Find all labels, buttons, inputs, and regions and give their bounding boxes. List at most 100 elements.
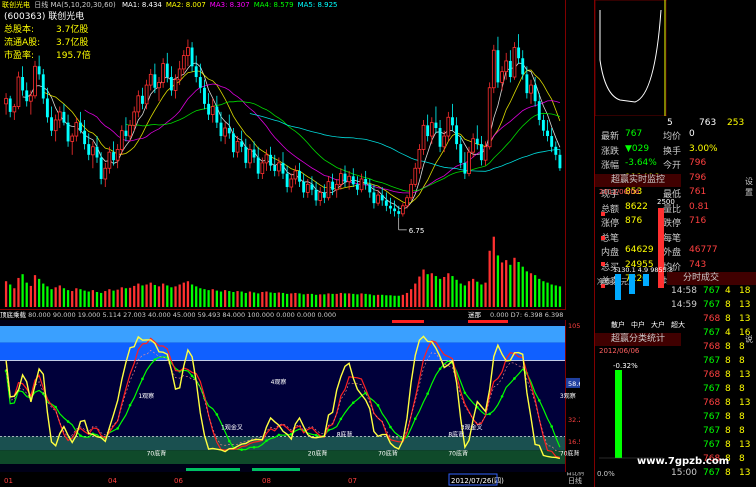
volume-bar <box>521 266 524 307</box>
axis-label: 08 <box>262 477 271 485</box>
axis-label: 2012/07/26(四) <box>451 477 504 485</box>
more-button[interactable]: 说 <box>745 334 753 345</box>
candle <box>451 117 454 126</box>
candle <box>203 87 206 104</box>
candle <box>550 136 554 147</box>
osc-band-low <box>0 436 566 451</box>
oscillator-chart[interactable]: 1观察4观察1观金叉 3观金叉8底背 8底背70底背 70底背 70底背20底背 70底背… <box>0 320 580 472</box>
volume-bar <box>25 282 28 307</box>
category-tab[interactable]: 中户 <box>631 321 645 329</box>
osc-green-dot <box>513 377 516 380</box>
stock-code: (600363) <box>4 12 46 22</box>
volume-bar <box>447 273 450 307</box>
quote-top-b: 763 <box>699 118 717 128</box>
axis-label: 06 <box>174 477 183 485</box>
candle <box>219 122 223 137</box>
osc-bottom-marker <box>272 468 300 471</box>
candle <box>95 146 99 158</box>
volume-bar <box>79 289 82 307</box>
candle <box>141 95 144 104</box>
volume-bar <box>157 286 161 307</box>
volume-bar <box>108 289 111 307</box>
osc-green-dot <box>277 433 281 437</box>
indicator-header: 顶底乘载 80.000 90.000 19.000 5.114 27.003 4… <box>0 310 566 320</box>
volume-bar <box>149 282 152 307</box>
osc-label: 8底背 <box>337 430 353 438</box>
category-tab[interactable]: 散户 <box>611 321 625 329</box>
candle <box>144 84 149 105</box>
volume-bar <box>133 285 136 307</box>
monitor-date: 2012/06/06 <box>599 188 640 196</box>
volume-bar <box>500 262 504 307</box>
volume-bar <box>405 292 409 307</box>
volume-bar <box>207 290 210 307</box>
quote-row: 涨跌 ▼029 换手 3.00% <box>601 143 718 157</box>
volume-bar <box>236 291 239 307</box>
candle <box>119 130 124 150</box>
osc-green-dot <box>537 399 541 402</box>
volume-bar <box>533 275 537 307</box>
candle <box>260 162 265 175</box>
oscillator-bands <box>0 320 566 472</box>
candle <box>339 173 343 185</box>
candle <box>438 128 442 147</box>
volume-bar <box>232 292 235 307</box>
volume-bar <box>505 260 508 307</box>
candle <box>231 133 235 153</box>
category-tab[interactable]: 大户 <box>651 321 665 329</box>
volume-bar <box>463 285 467 307</box>
settings-button[interactable]: 设置 <box>745 176 756 198</box>
osc-green-dot <box>190 374 194 378</box>
candle <box>227 128 231 134</box>
candle <box>87 144 91 155</box>
candle <box>298 170 301 182</box>
volume-bar <box>306 293 309 307</box>
candle <box>471 138 475 153</box>
osc-label: 20底背 <box>308 450 328 458</box>
candle <box>326 181 331 199</box>
candle <box>181 55 186 70</box>
candle <box>389 205 392 209</box>
candle <box>79 122 82 131</box>
volume-bar <box>414 283 417 307</box>
candle <box>343 173 347 182</box>
volume-bar <box>385 295 388 307</box>
candle <box>74 122 79 137</box>
volume-bar <box>331 293 334 307</box>
candle <box>475 138 479 145</box>
osc-green-dot <box>413 417 417 421</box>
volume-bar <box>265 291 268 307</box>
osc-label: 3观察 <box>560 392 576 400</box>
candle <box>148 73 153 86</box>
candle <box>115 149 120 161</box>
indicator-params: 80.000 90.000 19.000 5.114 27.003 40.000… <box>28 311 337 319</box>
scale-label: 58.695 <box>568 380 580 388</box>
info-row: 流通A股: 3.7亿股 <box>4 38 89 48</box>
volume-bar <box>496 255 500 307</box>
volume-bar <box>87 291 90 307</box>
cash-bars <box>615 274 649 300</box>
volume-bar <box>161 283 165 307</box>
quote-row: 涨幅 -3.64% 今开 796 <box>601 158 707 171</box>
osc-green-dot <box>376 404 380 407</box>
volume-bar <box>546 282 549 307</box>
volume-bar <box>517 262 520 307</box>
osc-green-dot <box>488 412 491 416</box>
candle <box>512 47 517 78</box>
osc-green-dot <box>252 446 256 449</box>
candle <box>264 154 269 164</box>
volume-bar <box>13 288 16 307</box>
candle <box>463 162 467 174</box>
candle <box>442 135 447 148</box>
osc-green-dot <box>215 413 219 416</box>
volume-bar <box>116 289 119 307</box>
volume-bar <box>471 278 475 307</box>
candle <box>393 208 397 212</box>
candle <box>165 63 169 78</box>
scale-label: 105.68 <box>568 322 580 330</box>
volume-bar <box>33 275 37 307</box>
candle <box>33 65 37 97</box>
quote-top-a: 5 <box>667 118 673 128</box>
candle <box>210 106 215 115</box>
axis-day-label: 日线 <box>568 476 582 485</box>
